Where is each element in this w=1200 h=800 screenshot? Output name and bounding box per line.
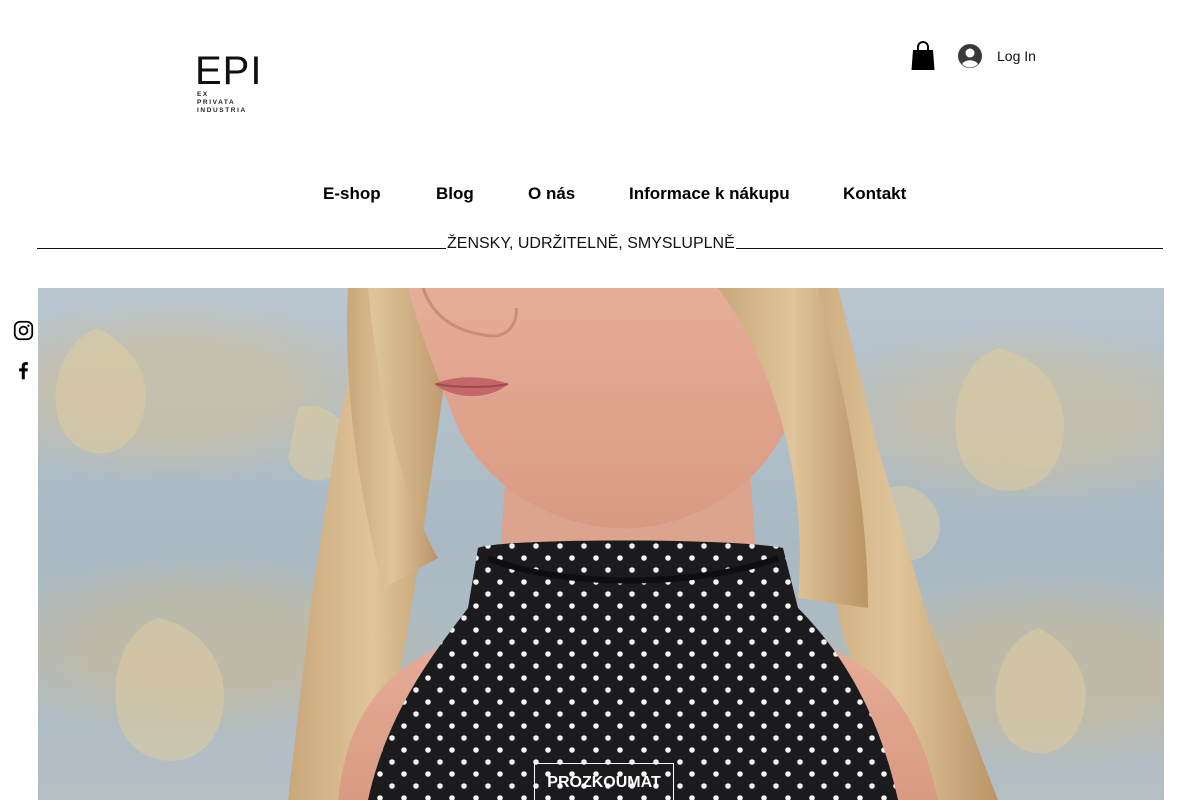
nav-item-e-shop[interactable]: E-shop [323,184,381,204]
social-bar [13,320,35,400]
nav-item-blog[interactable]: Blog [436,184,474,204]
page: EPI EX PRIVATA INDUSTRIA Log In E-shop B… [0,0,1200,800]
main-navigation: E-shop Blog O nás Informace k nákupu Kon… [0,184,1200,210]
nav-item-informace-k-nakupu[interactable]: Informace k nákupu [629,184,790,204]
login-label: Log In [997,48,1036,64]
brand-logo[interactable]: EPI EX PRIVATA INDUSTRIA [193,49,271,124]
shopping-bag-icon[interactable] [910,40,936,72]
hero-illustration [55,288,1086,800]
facebook-icon[interactable] [13,360,34,381]
user-avatar-icon [958,44,982,68]
logo-sub-line: INDUSTRIA [197,107,247,114]
login-button[interactable]: Log In [957,43,1036,69]
logo-mark: EPI [195,49,263,93]
logo-sub-line: EX [197,91,209,98]
explore-button[interactable]: PROZKOUMAT [534,763,674,800]
instagram-icon[interactable] [13,320,34,341]
nav-item-kontakt[interactable]: Kontakt [843,184,906,204]
nav-item-o-nas[interactable]: O nás [528,184,575,204]
logo-subtitle: EX PRIVATA INDUSTRIA [197,91,247,115]
hero-image [38,288,1164,800]
tagline: ŽENSKY, UDRŽITELNĚ, SMYSLUPLNĚ [446,235,736,253]
logo-sub-line: PRIVATA [197,99,236,106]
